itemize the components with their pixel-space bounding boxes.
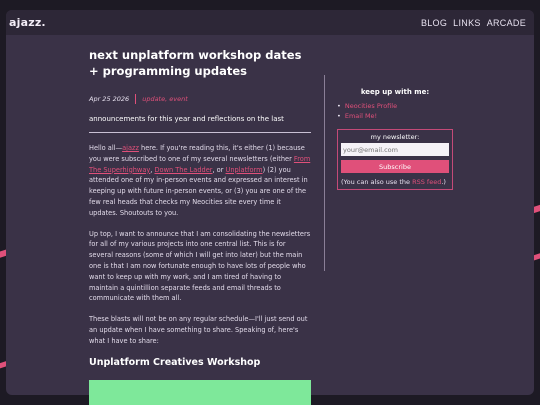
post-title: next unplatform workshop dates + program… <box>89 48 302 78</box>
newsletter-box: my newsletter: Subscribe (You can also u… <box>337 129 453 190</box>
sidebar-divider <box>324 75 325 271</box>
email-field[interactable] <box>341 143 449 156</box>
site-logo[interactable]: ajazz. <box>9 16 46 29</box>
sidebar: keep up with me: Neocities Profile Email… <box>337 88 453 190</box>
subscribe-button[interactable]: Subscribe <box>341 160 449 173</box>
post-content: next unplatform workshop dates + program… <box>89 45 311 405</box>
nav-arcade-link[interactable]: ARCADE <box>487 18 526 28</box>
sidebar-links: Neocities Profile Email Me! <box>337 101 453 121</box>
section-heading: Unplatform Creatives Workshop <box>89 356 261 368</box>
ajazz-link[interactable]: ajazz <box>122 144 139 152</box>
unplatform-link[interactable]: Unplatform <box>226 166 263 174</box>
nav-blog-link[interactable]: BLOG <box>421 18 447 28</box>
post-date: Apr 25 2026 <box>89 95 130 103</box>
rss-note: (You can also use the RSS feed.) <box>341 178 446 186</box>
paragraph-schedule: These blasts will not be on any regular … <box>89 315 308 345</box>
paragraph-intro: Hello all—ajazz here. If you're reading … <box>89 144 311 217</box>
down-the-ladder-link[interactable]: Down The Ladder <box>154 166 212 174</box>
main-nav: BLOG LINKS ARCADE <box>421 18 526 28</box>
post-meta: Apr 25 2026 update, event <box>89 94 311 104</box>
paragraph-consolidation: Up top, I want to announce that I am con… <box>89 229 311 303</box>
email-me-link[interactable]: Email Me! <box>337 111 453 121</box>
rss-feed-link[interactable]: RSS feed <box>412 178 441 186</box>
workshop-image <box>89 379 311 405</box>
post-subtitle: announcements for this year and reflecti… <box>89 115 284 123</box>
divider <box>89 132 311 133</box>
nav-links-link[interactable]: LINKS <box>453 18 481 28</box>
post-tags[interactable]: update, event <box>142 95 188 103</box>
newsletter-label: my newsletter: <box>370 133 420 141</box>
meta-divider <box>135 94 137 104</box>
neocities-profile-link[interactable]: Neocities Profile <box>337 101 453 111</box>
sidebar-heading: keep up with me: <box>360 88 430 96</box>
top-nav-bar: ajazz. BLOG LINKS ARCADE <box>6 10 534 35</box>
